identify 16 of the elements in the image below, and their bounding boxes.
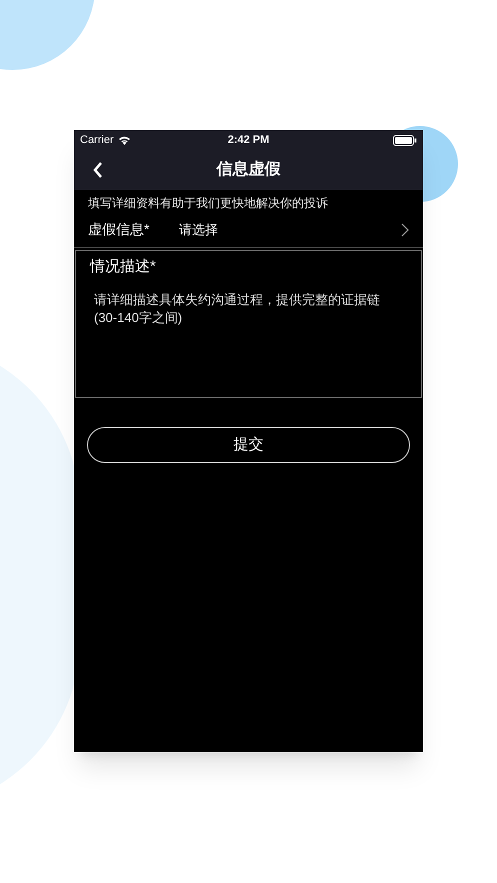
wifi-icon [118,135,131,145]
description-field[interactable]: 情况描述* 请详细描述具体失约沟通过程，提供完整的证据链 (30-140字之间) [75,250,422,398]
page-title: 信息虚假 [216,160,280,180]
placeholder-text: (30-140字之间) [94,308,182,326]
field-label: 情况描述* [90,257,157,277]
submit-button[interactable]: 提交 [87,427,410,463]
select-value: 请选择 [179,220,219,239]
battery-icon [393,134,417,146]
hint-text: 填写详细资料有助于我们更快地解决你的投诉 [87,195,329,212]
carrier-label: Carrier [80,132,114,148]
chevron-right-icon [401,222,409,236]
field-label: 虚假信息* [88,220,150,239]
back-icon [93,162,103,178]
placeholder-text: 请详细描述具体失约沟通过程，提供完整的证据链 [94,290,380,308]
clock-time: 2:42 PM [226,132,270,148]
select-row[interactable]: 虚假信息* 请选择 [74,212,423,248]
